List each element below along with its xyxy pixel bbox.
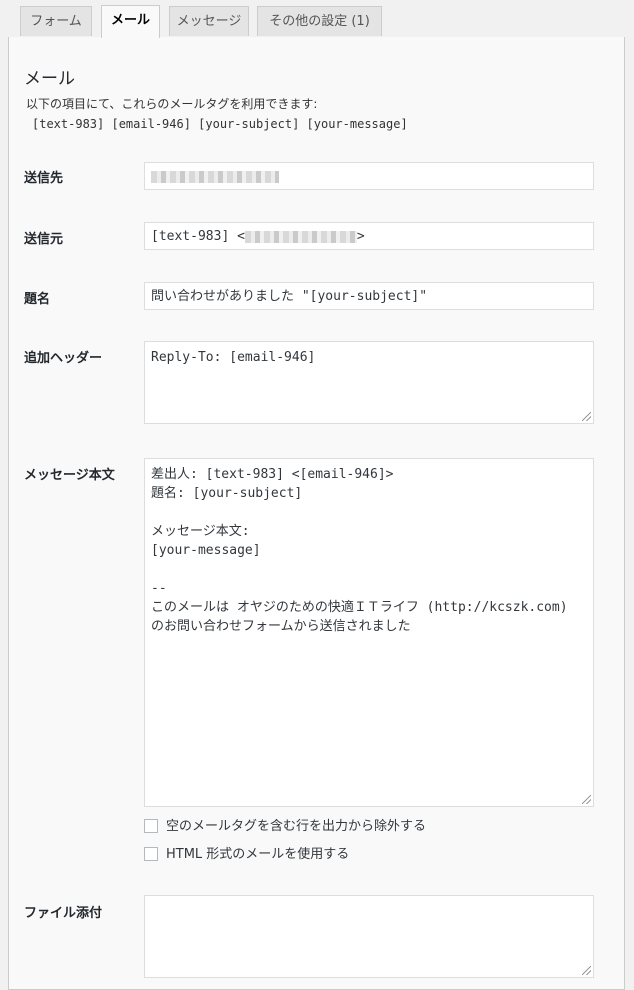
mail-tags-intro: 以下の項目にて、これらのメールタグを利用できます: — [26, 97, 318, 111]
tab-mail[interactable]: メール — [101, 5, 160, 38]
message-body-value: 差出人: [text-983] <[email-946]> 題名: [your-… — [151, 467, 568, 634]
additional-headers-textarea[interactable]: Reply-To: [email-946] — [144, 341, 594, 424]
message-body-label: メッセージ本文 — [24, 468, 115, 483]
resize-handle-icon[interactable] — [582, 795, 591, 804]
mail-settings-screen: フォーム メール メッセージ その他の設定 (1) メール 以下の項目にて、これ… — [0, 0, 634, 990]
tab-form[interactable]: フォーム — [20, 6, 92, 36]
redacted-email — [244, 230, 357, 243]
exclude-blank-option[interactable]: 空のメールタグを含む行を出力から除外する — [144, 818, 427, 837]
use-html-checkbox[interactable] — [144, 846, 158, 861]
to-label: 送信先 — [24, 171, 64, 186]
resize-handle-icon[interactable] — [582, 966, 591, 975]
mail-tags-list: [text-983] [email-946] [your-subject] [y… — [32, 117, 408, 131]
to-input[interactable] — [144, 162, 594, 190]
exclude-blank-label: 空のメールタグを含む行を出力から除外する — [166, 819, 427, 834]
use-html-option[interactable]: HTML 形式のメールを使用する — [144, 846, 350, 865]
subject-label: 題名 — [24, 292, 51, 307]
exclude-blank-checkbox[interactable] — [144, 818, 158, 833]
from-label: 送信元 — [24, 232, 64, 247]
redacted-email — [151, 170, 279, 183]
file-attachments-label: ファイル添付 — [24, 906, 103, 921]
tab-additional-settings[interactable]: その他の設定 (1) — [257, 6, 382, 36]
file-attachments-textarea[interactable] — [144, 895, 594, 978]
subject-input[interactable]: 問い合わせがありました "[your-subject]" — [144, 282, 594, 310]
tab-bar: フォーム メール メッセージ その他の設定 (1) — [0, 0, 634, 38]
from-value-suffix: > — [356, 229, 365, 244]
use-html-label: HTML 形式のメールを使用する — [166, 847, 350, 862]
additional-headers-label: 追加ヘッダー — [24, 351, 103, 366]
from-input[interactable]: [text-983] < > — [144, 222, 594, 250]
tab-messages[interactable]: メッセージ — [169, 6, 249, 36]
resize-handle-icon[interactable] — [582, 412, 591, 421]
from-value-prefix: [text-983] < — [151, 229, 245, 244]
message-body-textarea[interactable]: 差出人: [text-983] <[email-946]> 題名: [your-… — [144, 458, 594, 807]
additional-headers-value: Reply-To: [email-946] — [151, 350, 316, 365]
section-title: メール — [24, 69, 75, 89]
